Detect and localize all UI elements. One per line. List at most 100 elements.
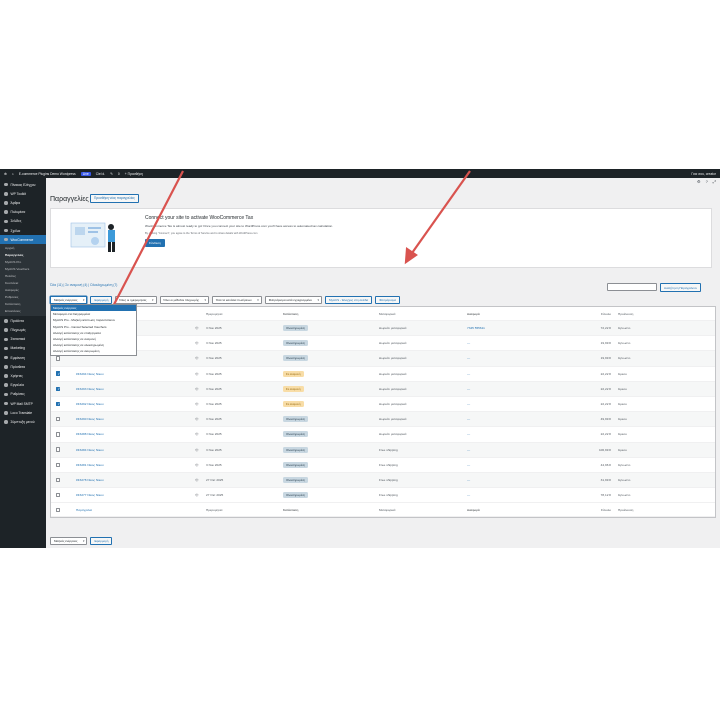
- sidebar-item-secondary-8[interactable]: Ρυθμίσεις: [0, 390, 46, 399]
- column-header-date[interactable]: Ημερομηνία: [206, 508, 222, 512]
- table-row[interactable]: 👁 3 Νοε 2025 Ολοκληρωμένη Δωρεάν μεταφορικά…: [51, 351, 715, 367]
- row-checkbox[interactable]: [56, 492, 61, 498]
- column-header-total[interactable]: Σύνολο: [580, 508, 611, 512]
- search-orders-button[interactable]: Αναζήτηση Παραγγελιών: [660, 283, 702, 292]
- preview-eye-icon[interactable]: 👁: [195, 463, 199, 467]
- sidebar-item-secondary-2[interactable]: Στατιστικά: [0, 335, 46, 344]
- wordpress-logo-icon[interactable]: ⊕: [4, 172, 7, 176]
- submenu-item[interactable]: Κουπόνια: [0, 280, 46, 287]
- column-header-total[interactable]: Σύνολο: [580, 312, 611, 316]
- apply-button[interactable]: Εφαρμογή: [90, 296, 113, 304]
- sidebar-item-secondary-9[interactable]: WP Mail SMTP: [0, 399, 46, 408]
- sidebar-item-main-6[interactable]: WooCommerce: [0, 235, 46, 245]
- row-checkbox[interactable]: [56, 386, 61, 392]
- help-icon[interactable]: ?: [706, 179, 708, 184]
- payment-filter-select[interactable]: Όλοι οι μέθοδοι πληρωμής: [159, 296, 209, 305]
- sidebar-item-secondary-7[interactable]: Εργαλεία: [0, 381, 46, 390]
- bulk-actions-select[interactable]: Μαζικές ενέργειες: [50, 296, 88, 305]
- filter-button[interactable]: Φιλτράρισμα: [375, 296, 401, 304]
- table-row[interactable]: #F3277 Νίκος Νίκου 👁 27 Οκτ 2025 Ολοκληρωμέ…: [51, 488, 715, 504]
- table-row[interactable]: 👁 3 Νοε 2025 Ολοκληρωμένη Δωρεάν μεταφορικά…: [51, 321, 715, 337]
- order-link[interactable]: #F3284 Νίκος Νίκου: [76, 448, 104, 452]
- row-checkbox[interactable]: [56, 432, 61, 437]
- user-greeting[interactable]: Γεια σου, creator: [691, 172, 716, 176]
- column-header-order[interactable]: Παραγγελία: [76, 508, 92, 512]
- submenu-item[interactable]: Επεκτάσεις: [0, 308, 46, 315]
- settings-icon[interactable]: ⚙: [697, 179, 701, 184]
- add-new-order-button[interactable]: Προσθήκη νέας παραγγελίας: [90, 194, 139, 203]
- sidebar-item-secondary-3[interactable]: Marketing: [0, 344, 46, 353]
- preview-eye-icon[interactable]: 👁: [195, 448, 199, 452]
- row-checkbox[interactable]: [56, 417, 61, 422]
- order-link[interactable]: #F3288 Νίκος Νίκου: [76, 432, 104, 436]
- new-content-link[interactable]: + Προσθήκη: [125, 172, 143, 176]
- sidebar-item-secondary-4[interactable]: Εμφάνιση: [0, 353, 46, 362]
- submenu-item[interactable]: MyACS Vouchers: [0, 266, 46, 273]
- submenu-item[interactable]: Πελάτες: [0, 273, 46, 280]
- row-checkbox[interactable]: [56, 371, 61, 377]
- order-link[interactable]: #F3277 Νίκος Νίκου: [76, 493, 104, 497]
- preview-eye-icon[interactable]: 👁: [195, 387, 199, 391]
- fullscreen-icon[interactable]: ⤢: [713, 179, 716, 184]
- column-header-date[interactable]: Ημερομηνία: [206, 312, 222, 316]
- sidebar-item-main-0[interactable]: Πίνακας Ελέγχου: [0, 180, 46, 189]
- table-row[interactable]: #F3278 Νίκος Νίκου 👁 27 Οκτ 2025 Ολοκληρωμέ…: [51, 472, 715, 489]
- row-checkbox[interactable]: [56, 447, 61, 452]
- table-row[interactable]: #F3290 Νίκος Νίκου 👁 3 Νοε 2025 Ολοκληρωμέν…: [51, 412, 715, 428]
- table-row[interactable]: #F3284 Νίκος Νίκου 👁 3 Νοε 2025 Ολοκληρωμέν…: [51, 442, 715, 458]
- order-link[interactable]: #F3293 Νίκος Νίκου: [76, 387, 104, 391]
- sidebar-item-main-5[interactable]: Σχόλια: [0, 226, 46, 235]
- preview-eye-icon[interactable]: 👁: [195, 432, 199, 436]
- connect-button[interactable]: Σύνδεση: [145, 239, 165, 247]
- submenu-item[interactable]: Παραγγελίες: [0, 252, 46, 259]
- row-checkbox[interactable]: [56, 356, 61, 361]
- sidebar-item-main-1[interactable]: WP Toolkit: [0, 189, 46, 198]
- sidebar-item-secondary-10[interactable]: Loco Translate: [0, 408, 46, 417]
- date-filter-select[interactable]: Όλες οι ημερομηνίες: [115, 296, 157, 305]
- sidebar-item-main-2[interactable]: Άρθρα: [0, 198, 46, 207]
- order-link[interactable]: #F3294 Νίκος Νίκου: [76, 372, 104, 376]
- order-link[interactable]: #F3290 Νίκος Νίκου: [76, 417, 104, 421]
- row-checkbox[interactable]: [56, 401, 61, 407]
- order-link[interactable]: #F3292 Νίκος Νίκου: [76, 402, 104, 406]
- dropdown-option[interactable]: Αλλαγή κατάστασης σε ακυρωμένη: [51, 348, 136, 354]
- table-row[interactable]: #F3292 Νίκος Νίκου 👁 3 Νοε 2025 Σε αναμονή Δ…: [51, 397, 715, 413]
- table-row[interactable]: 👁 3 Νοε 2025 Ολοκληρωμένη Δωρεάν μεταφορικά…: [51, 336, 715, 352]
- sidebar-item-secondary-0[interactable]: Προϊόντα: [0, 316, 46, 325]
- channel-filter-select[interactable]: Όλα τα κανάλια πωλήσεων: [212, 296, 262, 305]
- myacs-check-button[interactable]: MyACS - Έλεγχος στη σελίδα: [324, 296, 373, 304]
- order-link[interactable]: #F3281 Νίκος Νίκου: [76, 463, 104, 467]
- submenu-item[interactable]: Κατάσταση: [0, 301, 46, 308]
- preview-eye-icon[interactable]: 👁: [195, 478, 199, 482]
- table-row[interactable]: #F3294 Νίκος Νίκου 👁 3 Νοε 2025 Σε αναμονή Δ…: [51, 367, 715, 382]
- table-row[interactable]: #F3293 Νίκος Νίκου 👁 3 Νοε 2025 Σε αναμονή Δ…: [51, 381, 715, 397]
- sidebar-item-secondary-5[interactable]: Πρόσθετα: [0, 362, 46, 371]
- customer-filter-select[interactable]: Φιλτράρισμα κατά εγγεγραμμένο: [264, 296, 322, 305]
- updates-link[interactable]: Ciel d.: [96, 172, 105, 176]
- sidebar-item-secondary-1[interactable]: Πληρωμές: [0, 326, 46, 335]
- comments-icon[interactable]: ✎: [110, 172, 113, 176]
- row-checkbox[interactable]: [56, 462, 61, 467]
- submenu-item[interactable]: MyACS Pro: [0, 259, 46, 266]
- sidebar-item-secondary-6[interactable]: Χρήστες: [0, 371, 46, 380]
- order-link[interactable]: #F3278 Νίκος Νίκου: [76, 478, 104, 482]
- row-checkbox[interactable]: [56, 477, 61, 483]
- preview-eye-icon[interactable]: 👁: [195, 402, 199, 406]
- sidebar-item-secondary-11[interactable]: Σύμπτυξη μενού: [0, 417, 46, 426]
- preview-eye-icon[interactable]: 👁: [195, 372, 199, 376]
- bulk-actions-select-bottom[interactable]: Μαζικές ενέργειες: [50, 537, 88, 546]
- preview-eye-icon[interactable]: 👁: [195, 417, 199, 421]
- status-filter-links[interactable]: Όλα (11) | Σε αναμονή (4) | Ολοκληρωμένη…: [50, 283, 117, 287]
- preview-eye-icon[interactable]: 👁: [195, 356, 199, 360]
- preview-eye-icon[interactable]: 👁: [195, 341, 199, 345]
- apply-button-bottom[interactable]: Εφαρμογή: [90, 537, 113, 545]
- table-row[interactable]: #F3288 Νίκος Νίκου 👁 3 Νοε 2025 Ολοκληρωμέν…: [51, 427, 715, 443]
- order-search-input[interactable]: [607, 283, 657, 291]
- preview-eye-icon[interactable]: 👁: [195, 326, 199, 330]
- select-all-checkbox[interactable]: [56, 507, 61, 512]
- sidebar-item-main-3[interactable]: Πολυμέσα: [0, 208, 46, 217]
- submenu-item[interactable]: Αναφορές: [0, 287, 46, 294]
- table-row[interactable]: #F3281 Νίκος Νίκου 👁 3 Νοε 2025 Ολοκληρωμέν…: [51, 458, 715, 473]
- preview-eye-icon[interactable]: 👁: [195, 493, 199, 497]
- tracking-reference[interactable]: 7345 555611: [467, 326, 485, 330]
